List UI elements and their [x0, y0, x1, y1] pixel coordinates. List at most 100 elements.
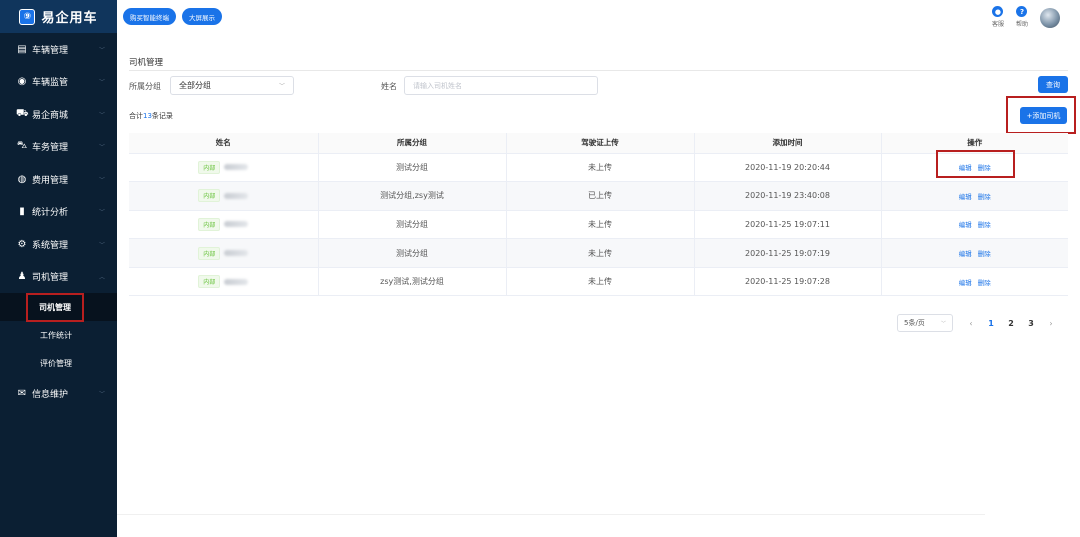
cell-group: 测试分组,zsy测试 — [318, 181, 507, 211]
edit-link[interactable]: 编辑 — [959, 193, 972, 201]
cell-name: 内部 — [129, 267, 319, 297]
sidebar-item-expenses[interactable]: ◍ 费用管理 ﹀ — [0, 163, 117, 196]
group-select-value: 全部分组 — [179, 81, 211, 90]
sidebar-item-statistics[interactable]: ▮ 统计分析 ﹀ — [0, 196, 117, 229]
delete-link[interactable]: 删除 — [978, 221, 991, 229]
blurred-name — [224, 250, 249, 257]
buy-terminal-button[interactable]: 购买智能终端 — [123, 8, 176, 25]
page-3[interactable]: 3 — [1021, 314, 1041, 332]
column-header-time: 添加时间 — [694, 133, 882, 154]
chevron-down-icon: ﹀ — [98, 111, 105, 119]
sidebar: ⑨ 易企用车 ▤ 车辆管理 ﹀ ◉ 车辆监管 ﹀ ⛟ 易企商城 ﹀ ⛍ 车务管理 ﹀ ◍ 费用管理 ﹀ ▮ 统计… — [0, 0, 117, 537]
table-row: 内部 zsy测试,测试分组 未上传 2020-11-25 19:07:28 编辑 删除 — [129, 267, 1068, 297]
edit-link[interactable]: 编辑 — [959, 250, 972, 258]
header-actions: 购买智能终端 大屏展示 — [123, 8, 222, 25]
header-tools: ● 客服 ? 帮助 — [992, 6, 1060, 28]
group-select[interactable]: 全部分组 ﹀ — [170, 76, 294, 95]
sidebar-item-mall[interactable]: ⛟ 易企商城 ﹀ — [0, 98, 117, 131]
driver-table: 姓名 所属分组 驾驶证上传 添加时间 操作 内部 测试分组 未上传 2020-11-1… — [129, 133, 1068, 297]
user-icon: ♟ — [17, 271, 27, 283]
car-icon: ⛍ — [16, 140, 28, 152]
sidebar-item-drivers[interactable]: ♟ 司机管理 ︿ — [0, 261, 117, 294]
page-size-value: 5条/页 — [904, 319, 925, 327]
sidebar-item-car-affairs[interactable]: ⛍ 车务管理 ﹀ — [0, 131, 117, 164]
sidebar-subitem-work-stats[interactable]: 工作统计 — [0, 321, 117, 349]
cell-time: 2020-11-19 20:20:44 — [694, 153, 882, 183]
sidebar-item-system[interactable]: ⚙ 系统管理 ﹀ — [0, 228, 117, 261]
chevron-down-icon: ﹀ — [98, 209, 105, 217]
column-header-name: 姓名 — [129, 133, 319, 154]
sidebar-item-label: 司机管理 — [32, 273, 69, 284]
prev-page-icon[interactable]: ‹ — [961, 314, 981, 332]
money-icon: ◍ — [17, 173, 27, 185]
delete-link[interactable]: 删除 — [978, 250, 991, 258]
internal-tag: 内部 — [198, 189, 221, 203]
page-1[interactable]: 1 — [981, 314, 1001, 332]
delete-link[interactable]: 删除 — [978, 279, 991, 287]
pagination: 5条/页 ﹀ ‹ 1 2 3 › — [897, 314, 1061, 332]
logo-icon: ⑨ — [19, 8, 36, 25]
location-icon: ◉ — [17, 76, 27, 88]
divider — [129, 70, 1068, 71]
sidebar-subitem-driver-manage[interactable]: 司机管理 — [0, 292, 117, 322]
sidebar-item-label: 车辆管理 — [32, 45, 69, 56]
chevron-down-icon: ﹀ — [98, 79, 105, 87]
cell-actions: 编辑 删除 — [881, 267, 1068, 297]
sidebar-subitem-label: 评价管理 — [40, 358, 72, 368]
page-size-select[interactable]: 5条/页 ﹀ — [897, 314, 953, 332]
record-total: 合计13条记录 — [129, 111, 173, 121]
cell-time: 2020-11-25 19:07:11 — [694, 210, 882, 240]
total-prefix: 合计 — [129, 112, 143, 120]
table-row: 内部 测试分组 未上传 2020-11-25 19:07:11 编辑 删除 — [129, 210, 1068, 240]
sidebar-subitem-label: 司机管理 — [26, 292, 84, 322]
sidebar-item-vehicles[interactable]: ▤ 车辆管理 ﹀ — [0, 33, 117, 66]
bar-chart-icon: ▮ — [19, 206, 25, 218]
column-header-license: 驾驶证上传 — [506, 133, 695, 154]
name-search-input[interactable] — [404, 76, 598, 95]
table-row: 内部 测试分组 未上传 2020-11-19 20:20:44 编辑 删除 — [129, 153, 1068, 183]
delete-link[interactable]: 删除 — [978, 193, 991, 201]
cell-time: 2020-11-25 19:07:19 — [694, 238, 882, 268]
blurred-name — [224, 278, 249, 285]
chevron-down-icon: ﹀ — [98, 144, 105, 152]
internal-tag: 内部 — [198, 217, 221, 231]
sidebar-item-label: 系统管理 — [32, 240, 69, 251]
table-header-row: 姓名 所属分组 驾驶证上传 添加时间 操作 — [129, 133, 1068, 154]
page-2[interactable]: 2 — [1001, 314, 1021, 332]
add-driver-button[interactable]: +添加司机 — [1020, 107, 1067, 124]
cell-license: 未上传 — [506, 267, 695, 297]
footer-divider — [117, 514, 985, 515]
query-button[interactable]: 查询 — [1038, 76, 1068, 93]
gear-icon: ⚙ — [17, 238, 27, 250]
chevron-down-icon: ﹀ — [98, 390, 105, 398]
next-page-icon[interactable]: › — [1041, 314, 1061, 332]
help-button[interactable]: ? 帮助 — [1016, 6, 1028, 28]
service-label: 客服 — [991, 21, 1004, 28]
edit-link[interactable]: 编辑 — [959, 279, 972, 287]
sidebar-item-label: 车辆监管 — [32, 78, 69, 89]
edit-link[interactable]: 编辑 — [959, 221, 972, 229]
chevron-down-icon: ﹀ — [98, 241, 105, 249]
cell-license: 已上传 — [506, 181, 695, 211]
cell-name: 内部 — [129, 210, 319, 240]
avatar[interactable] — [1040, 8, 1060, 28]
sidebar-item-info[interactable]: ✉ 信息维护 ﹀ — [0, 377, 117, 410]
cell-license: 未上传 — [506, 153, 695, 183]
cell-actions: 编辑 删除 — [881, 210, 1068, 240]
chevron-down-icon: ﹀ — [98, 46, 105, 54]
row-actions-highlight — [936, 150, 1015, 178]
sidebar-item-vehicle-monitor[interactable]: ◉ 车辆监管 ﹀ — [0, 66, 117, 99]
internal-tag: 内部 — [198, 246, 221, 260]
sidebar-item-label: 易企商城 — [32, 110, 69, 121]
sidebar-subitem-review-manage[interactable]: 评价管理 — [0, 349, 117, 377]
service-button[interactable]: ● 客服 — [992, 6, 1004, 28]
big-screen-button[interactable]: 大屏展示 — [182, 8, 222, 25]
cell-license: 未上传 — [506, 210, 695, 240]
sidebar-subitem-label: 工作统计 — [40, 330, 72, 340]
table-row: 内部 测试分组,zsy测试 已上传 2020-11-19 23:40:08 编辑 删除 — [129, 181, 1068, 211]
sidebar-item-label: 车务管理 — [32, 143, 69, 154]
help-icon: ? — [1016, 6, 1028, 17]
cell-group: 测试分组 — [318, 153, 507, 183]
name-filter-label: 姓名 — [381, 82, 397, 91]
logo[interactable]: ⑨ 易企用车 — [0, 0, 117, 33]
